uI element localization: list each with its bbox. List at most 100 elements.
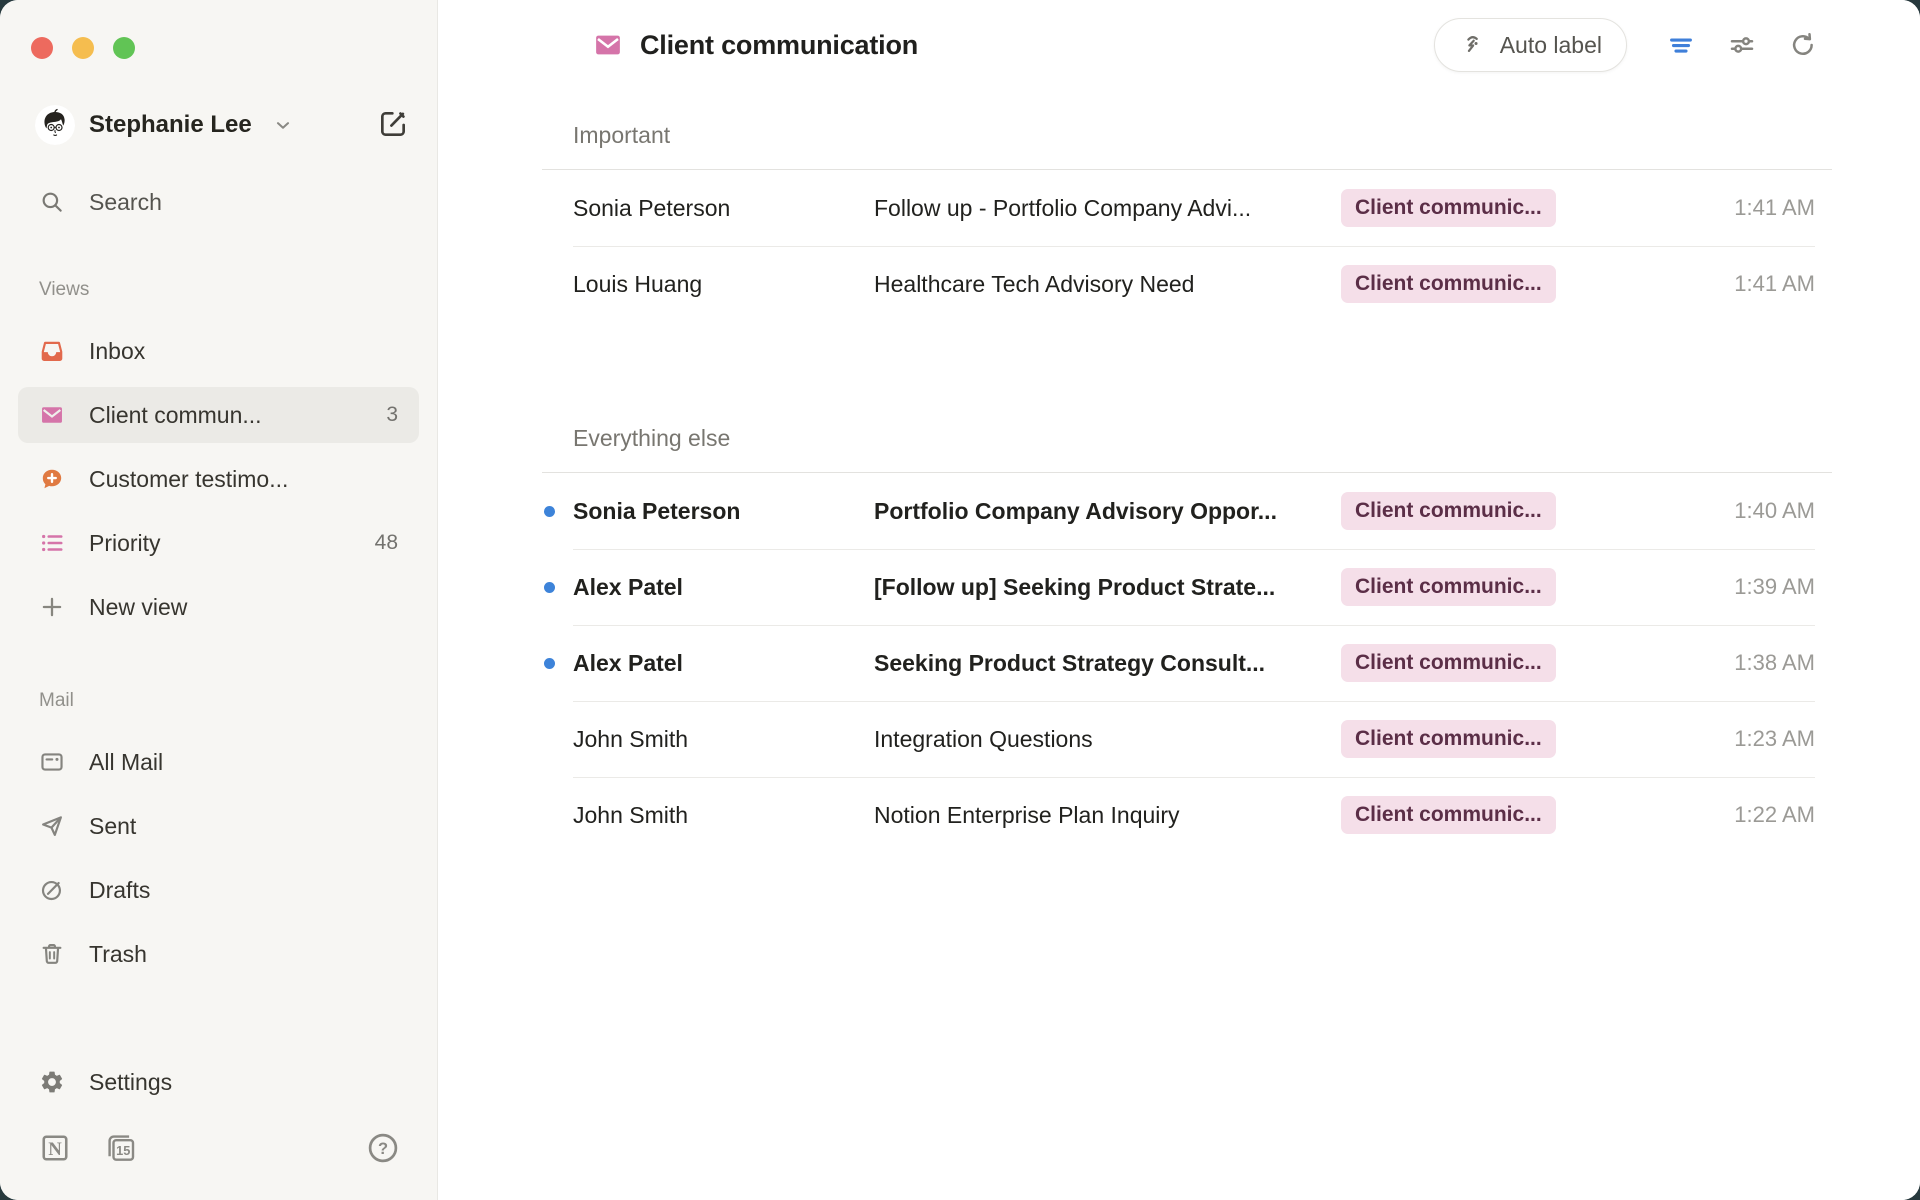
sidebar-item-label: Inbox [89,338,145,365]
trash-icon [39,941,65,967]
sidebar-item-label: Client commun... [89,402,262,429]
mail-row[interactable]: Louis HuangHealthcare Tech Advisory Need… [542,246,1832,322]
svg-text:?: ? [378,1140,388,1158]
mail-time: 1:41 AM [1734,271,1815,297]
mail-subject: Seeking Product Strategy Consult... [874,650,1341,677]
mail-sender: John Smith [573,726,874,753]
mail-time: 1:38 AM [1734,650,1815,676]
mail-sender: Louis Huang [573,271,874,298]
sliders-icon[interactable] [1725,28,1759,62]
sidebar-section-mail: Mail All Mail Sent Drafts Trash [0,687,437,982]
sidebar-items: All Mail Sent Drafts Trash [0,734,437,982]
mail-label-badge: Client communic... [1341,720,1556,758]
sidebar-item-count: 3 [386,403,398,427]
search-button[interactable]: Search [18,180,419,224]
mail-list: ImportantSonia PetersonFollow up - Portf… [542,90,1832,853]
mail-time: 1:41 AM [1734,195,1815,221]
sidebar-item-customer-testimo[interactable]: Customer testimo... [18,451,419,507]
mail-time: 1:39 AM [1734,574,1815,600]
mail-row[interactable]: Sonia PetersonFollow up - Portfolio Comp… [542,170,1832,246]
sidebar-item-trash[interactable]: Trash [18,926,419,982]
mail-subject: Integration Questions [874,726,1341,753]
auto-label-text: Auto label [1500,32,1602,59]
sidebar-item-label: New view [89,594,187,621]
testimonial-bubble-icon [39,466,65,492]
app-window: Stephanie Lee Search [0,0,1920,1200]
inbox-icon [39,338,65,364]
envelope-icon [39,402,65,428]
mail-label-badge: Client communic... [1341,265,1556,303]
mail-time: 1:22 AM [1734,802,1815,828]
sidebar-item-label: All Mail [89,749,163,776]
mail-time: 1:23 AM [1734,726,1815,752]
unread-dot [544,582,555,593]
mail-section-everything-else: Everything else Sonia PetersonPortfolio C… [542,393,1832,853]
mail-row[interactable]: John SmithIntegration QuestionsClient co… [542,701,1832,777]
sidebar-item-inbox[interactable]: Inbox [18,323,419,379]
svg-text:N: N [48,1139,62,1160]
sidebar-item-drafts[interactable]: Drafts [18,862,419,918]
search-icon [39,189,65,215]
notion-logo-icon[interactable]: N [37,1130,73,1166]
send-icon [39,813,65,839]
auto-label-button[interactable]: Auto label [1434,18,1627,72]
zoom-button[interactable] [113,37,135,59]
label-envelope-icon [593,30,623,60]
sidebar-section-views: Views Inbox Client commun... 3 Customer test… [0,276,437,635]
mail-subject: [Follow up] Seeking Product Strate... [874,574,1341,601]
mail-label-badge: Client communic... [1341,568,1556,606]
gear-icon [39,1069,65,1095]
mail-sender: John Smith [573,802,874,829]
priority-list-icon [39,530,65,556]
compose-icon [377,108,409,143]
sidebar-item-settings[interactable]: Settings [18,1054,419,1110]
mail-time: 1:40 AM [1734,498,1815,524]
svg-text:15: 15 [116,1143,130,1158]
sidebar-items: Inbox Client commun... 3 Customer testimo..… [0,323,437,635]
auto-label-wand-icon [1459,30,1487,61]
sidebar-item-client-commun[interactable]: Client commun... 3 [18,387,419,443]
sidebar-section-title: Mail [0,687,437,715]
close-button[interactable] [31,37,53,59]
profile-row: Stephanie Lee [0,103,437,147]
compose-button[interactable] [373,104,413,147]
minimize-button[interactable] [72,37,94,59]
mail-subject: Healthcare Tech Advisory Need [874,271,1341,298]
sidebar-item-all-mail[interactable]: All Mail [18,734,419,790]
sidebar-item-new-view[interactable]: New view [18,579,419,635]
mail-label-badge: Client communic... [1341,492,1556,530]
refresh-icon[interactable] [1786,28,1820,62]
page-title: Client communication [640,30,918,61]
mail-row[interactable]: John SmithNotion Enterprise Plan Inquiry… [542,777,1832,853]
calendar-icon[interactable]: 15 [103,1130,139,1166]
sidebar-sections: Views Inbox Client commun... 3 Customer test… [0,224,437,990]
help-icon[interactable]: ? [365,1130,401,1166]
filter-icon[interactable] [1664,28,1698,62]
sidebar-item-label: Drafts [89,877,150,904]
mail-sender: Sonia Peterson [573,498,874,525]
settings-section: Settings [0,1054,437,1118]
mail-sender: Sonia Peterson [573,195,874,222]
mail-subject: Follow up - Portfolio Company Advi... [874,195,1341,222]
avatar-doodle-icon [35,105,75,145]
all-mail-icon [39,749,65,775]
mail-sender: Alex Patel [573,574,874,601]
sidebar-item-sent[interactable]: Sent [18,798,419,854]
mail-subject: Portfolio Company Advisory Oppor... [874,498,1341,525]
sidebar-item-priority[interactable]: Priority48 [18,515,419,571]
sidebar-item-label: Customer testimo... [89,466,288,493]
unread-dot [544,658,555,669]
search-label: Search [89,189,162,216]
account-switcher[interactable]: Stephanie Lee [35,105,294,145]
main-panel: Client communication Auto label [438,0,1920,1200]
mail-row[interactable]: Alex Patel[Follow up] Seeking Product St… [542,549,1832,625]
settings-label: Settings [89,1069,172,1096]
mail-row[interactable]: Alex PatelSeeking Product Strategy Consu… [542,625,1832,701]
mail-section-title: Everything else [573,425,730,452]
mail-row[interactable]: Sonia PetersonPortfolio Company Advisory… [542,473,1832,549]
mail-label-badge: Client communic... [1341,189,1556,227]
plus-icon [39,594,65,620]
sidebar-section-title: Views [0,276,437,304]
mail-section-header: Everything else [542,393,1832,473]
mail-label-badge: Client communic... [1341,644,1556,682]
